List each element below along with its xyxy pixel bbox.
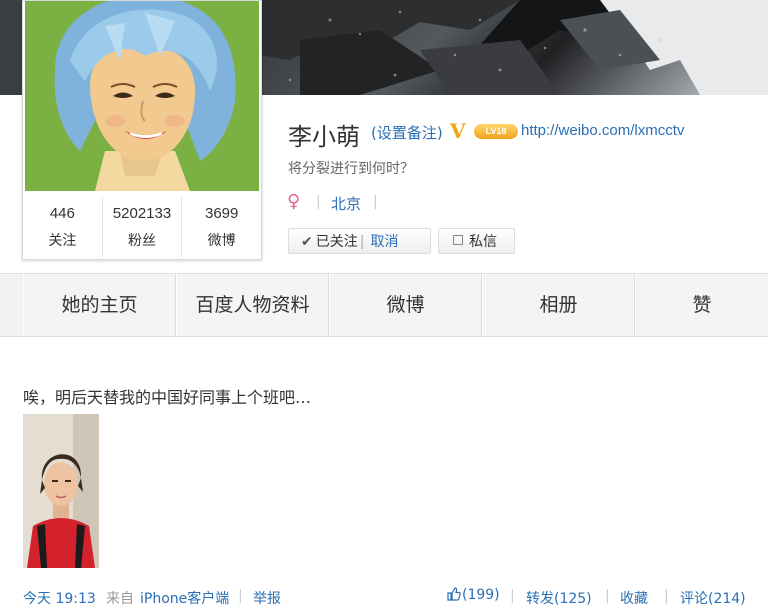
like-button[interactable]: (199)	[447, 587, 500, 603]
level-badge[interactable]: LV18	[474, 124, 518, 139]
followers-count[interactable]: 5202133 粉丝	[103, 197, 183, 257]
divider: |	[510, 588, 515, 604]
followers-label: 粉丝	[128, 233, 156, 249]
like-count: (199)	[462, 587, 500, 603]
source-prefix: 来自	[106, 591, 134, 607]
post-time-link[interactable]: 今天 19:13	[23, 588, 96, 608]
repost-link[interactable]: 转发(125)	[526, 588, 592, 608]
tab-likes[interactable]: 赞	[635, 274, 768, 336]
following-label: 关注	[48, 233, 77, 249]
followed-label: 已关注	[315, 234, 358, 250]
avatar[interactable]	[25, 1, 259, 191]
divider: |	[238, 588, 243, 604]
divider: |	[316, 194, 321, 210]
profile-url-link[interactable]: http://weibo.com/lxmcctv	[521, 122, 684, 139]
thumbs-up-icon	[447, 587, 461, 601]
profile-name: 李小萌	[288, 123, 360, 151]
profile-tabs: 她的主页 百度人物资料 微博 相册 赞	[0, 273, 768, 337]
following-number: 446	[49, 205, 75, 222]
avatar-card: 446 关注 5202133 粉丝 3699 微博	[22, 0, 262, 260]
private-message-button[interactable]: 私信	[438, 228, 515, 254]
set-remark-link[interactable]: (设置备注)	[371, 122, 443, 143]
verified-badge[interactable]: V	[450, 119, 466, 143]
profile-stats: 446 关注 5202133 粉丝 3699 微博	[23, 197, 261, 257]
followers-number: 5202133	[112, 205, 172, 222]
report-link[interactable]: 举报	[253, 588, 281, 608]
female-icon: ♀	[287, 191, 301, 212]
location-link[interactable]: 北京	[331, 193, 361, 214]
posts-label: 微博	[207, 233, 236, 249]
tab-baidu-profile[interactable]: 百度人物资料	[176, 274, 329, 336]
divider: |	[359, 234, 365, 250]
unfollow-button[interactable]: 取消	[370, 234, 398, 250]
tab-album[interactable]: 相册	[482, 274, 635, 336]
private-message-label: 私信	[469, 234, 497, 250]
favorite-link[interactable]: 收藏	[620, 588, 648, 608]
divider: |	[664, 588, 669, 604]
check-icon: ✔	[301, 234, 313, 250]
tab-weibo[interactable]: 微博	[329, 274, 482, 336]
post-image[interactable]	[23, 414, 99, 568]
post-text: 唉，明后天替我的中国好同事上个班吧…	[23, 388, 312, 407]
message-icon	[453, 235, 463, 245]
followed-button: ✔ 已关注 | 取消	[288, 228, 431, 254]
post-footer: 今天 19:13 来自 iPhone客户端 | 举报 (199) | 转发(12…	[0, 586, 768, 608]
posts-number: 3699	[204, 205, 239, 222]
source-link[interactable]: iPhone客户端	[140, 588, 229, 608]
profile-bio: 将分裂进行到何时？	[288, 161, 414, 177]
following-count[interactable]: 446 关注	[23, 197, 103, 257]
comment-link[interactable]: 评论(214)	[680, 588, 746, 608]
tab-home[interactable]: 她的主页	[23, 274, 176, 336]
divider: |	[605, 588, 610, 604]
divider: |	[373, 194, 378, 210]
posts-count[interactable]: 3699 微博	[182, 197, 261, 257]
